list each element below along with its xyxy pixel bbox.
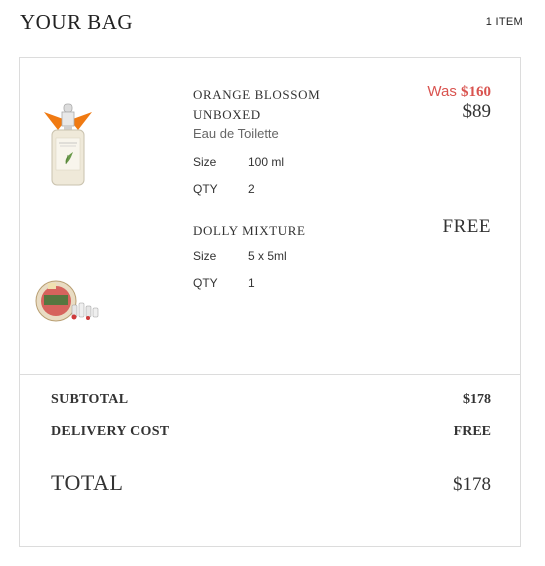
- item-name[interactable]: ORANGE BLOSSOM UNBOXED: [193, 85, 353, 125]
- bag-container: ORANGE BLOSSOM UNBOXED Eau de Toilette S…: [19, 57, 521, 547]
- item-price: FREE: [443, 216, 491, 238]
- qty-label: QTY: [193, 182, 218, 196]
- price-was-prefix: Was: [427, 83, 461, 100]
- size-value: 100 ml: [248, 155, 285, 169]
- perfume-bottle-icon[interactable]: [40, 100, 96, 190]
- delivery-value: FREE: [453, 424, 491, 439]
- price-was-amount: $160: [461, 84, 491, 100]
- item-details: ORANGE BLOSSOM UNBOXED Eau de Toilette S…: [193, 85, 353, 198]
- item-details: DOLLY MIXTURE Size 5 x 5ml QTY 1: [193, 221, 353, 292]
- delivery-label: DELIVERY COST: [51, 424, 170, 439]
- item-qty-row: QTY 2: [193, 180, 353, 198]
- qty-value: 1: [248, 276, 255, 290]
- order-summary: SUBTOTAL $178 DELIVERY COST FREE TOTAL $…: [20, 374, 520, 546]
- total-row: TOTAL $178: [51, 470, 491, 496]
- item-price: Was $160 $89: [427, 83, 491, 123]
- total-label: TOTAL: [51, 470, 124, 495]
- subtotal-label: SUBTOTAL: [51, 392, 129, 407]
- subtotal-value: $178: [463, 392, 491, 407]
- qty-value: 2: [248, 182, 255, 196]
- total-value: $178: [453, 474, 491, 495]
- price-now: $89: [462, 101, 492, 122]
- qty-label: QTY: [193, 276, 218, 290]
- size-label: Size: [193, 249, 217, 263]
- bag-items: ORANGE BLOSSOM UNBOXED Eau de Toilette S…: [20, 58, 520, 375]
- item-size-row: Size 5 x 5ml: [193, 247, 353, 265]
- item-variant: Eau de Toilette: [193, 126, 279, 141]
- subtotal-row: SUBTOTAL $178: [51, 392, 491, 408]
- size-value: 5 x 5ml: [248, 249, 287, 263]
- item-count: 1 ITEM: [485, 16, 523, 28]
- gift-set-icon[interactable]: [34, 273, 102, 325]
- item-qty-row: QTY 1: [193, 274, 353, 292]
- price-was: Was $160: [427, 83, 491, 101]
- delivery-row: DELIVERY COST FREE: [51, 424, 491, 440]
- item-name[interactable]: DOLLY MIXTURE: [193, 221, 353, 241]
- size-label: Size: [193, 155, 217, 169]
- page-title: YOUR BAG: [20, 10, 134, 34]
- price-free: FREE: [442, 216, 491, 237]
- item-size-row: Size 100 ml: [193, 153, 353, 171]
